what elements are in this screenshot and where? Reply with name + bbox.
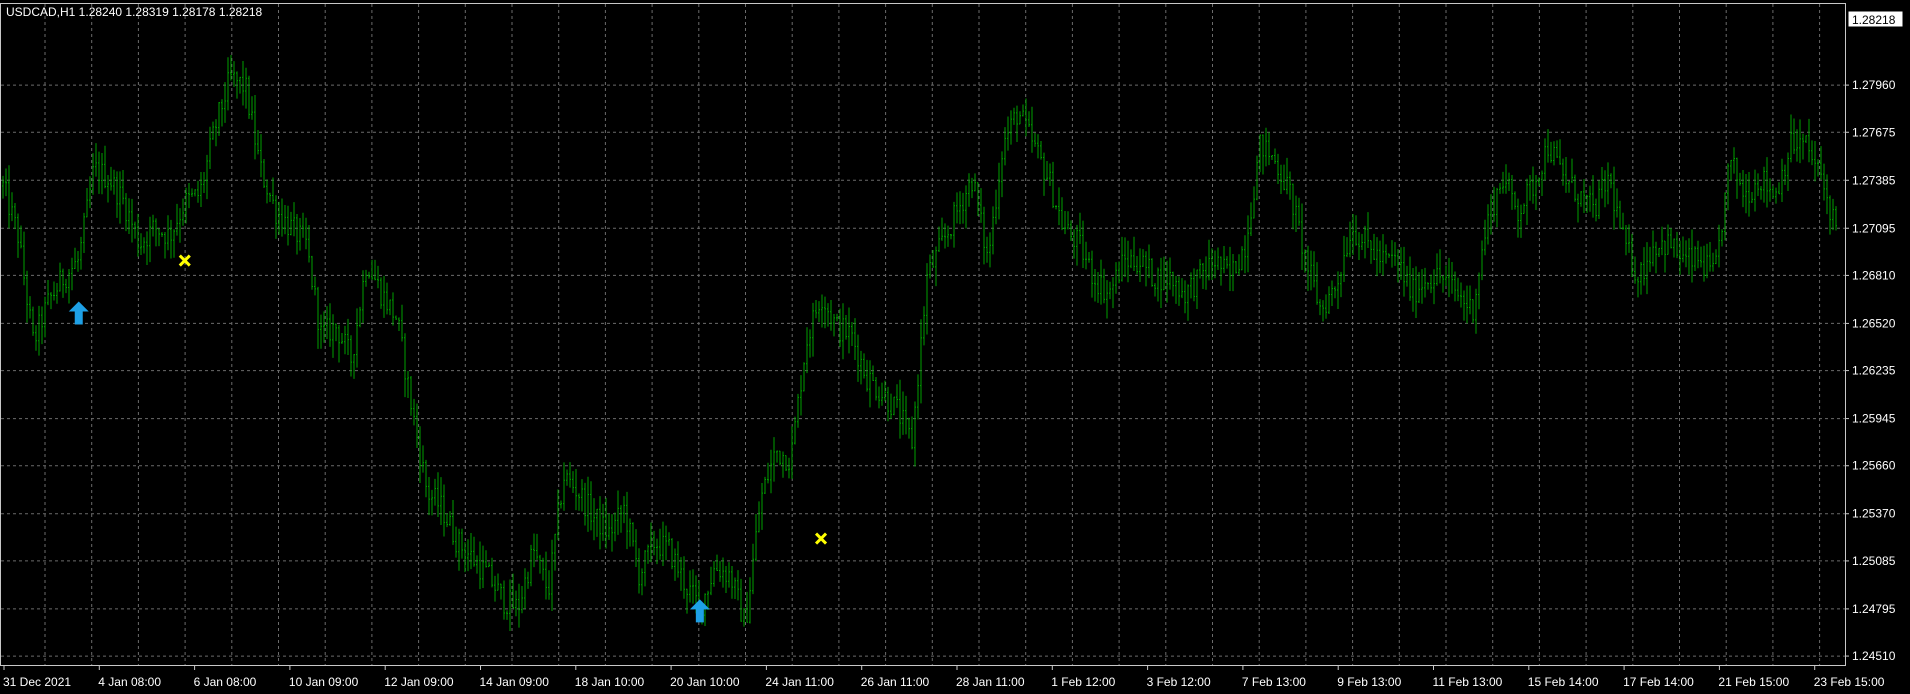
x-tick-label: 11 Feb 13:00 bbox=[1433, 675, 1503, 689]
y-tick-label: 1.27960 bbox=[1852, 78, 1896, 92]
symbol-label: USDCAD,H1 1.28240 1.28319 1.28178 1.2821… bbox=[6, 5, 263, 19]
x-tick-label: 31 Dec 2021 bbox=[3, 675, 71, 689]
x-tick-label: 12 Jan 09:00 bbox=[384, 675, 454, 689]
y-tick-label: 1.26810 bbox=[1852, 268, 1896, 282]
x-tick-label: 1 Feb 12:00 bbox=[1051, 675, 1115, 689]
x-tick-label: 10 Jan 09:00 bbox=[289, 675, 359, 689]
x-tick-label: 7 Feb 13:00 bbox=[1242, 675, 1306, 689]
current-price-label: 1.28218 bbox=[1852, 13, 1896, 27]
x-tick-label: 23 Feb 15:00 bbox=[1814, 675, 1885, 689]
y-tick-label: 1.25370 bbox=[1852, 507, 1896, 521]
y-tick-label: 1.24795 bbox=[1852, 602, 1896, 616]
y-tick-label: 1.26520 bbox=[1852, 316, 1896, 330]
price-chart[interactable]: 1.27960 1.27675 1.27385 1.27095 1.26810 1.265… bbox=[0, 0, 1910, 694]
x-tick-label: 21 Feb 15:00 bbox=[1718, 675, 1789, 689]
x-tick-label: 14 Jan 09:00 bbox=[480, 675, 550, 689]
x-tick-label: 15 Feb 14:00 bbox=[1528, 675, 1599, 689]
chart-background bbox=[0, 0, 1910, 694]
y-tick-label: 1.25085 bbox=[1852, 554, 1896, 568]
y-tick-label: 1.27675 bbox=[1852, 125, 1896, 139]
x-tick-label: 17 Feb 14:00 bbox=[1623, 675, 1694, 689]
chart-area[interactable]: 1.27960 1.27675 1.27385 1.27095 1.26810 1.265… bbox=[0, 0, 1910, 694]
y-tick-label: 1.26235 bbox=[1852, 364, 1896, 378]
x-tick-label: 26 Jan 11:00 bbox=[861, 675, 930, 689]
x-tick-label: 9 Feb 13:00 bbox=[1337, 675, 1401, 689]
x-tick-label: 20 Jan 10:00 bbox=[670, 675, 740, 689]
x-tick-label: 28 Jan 11:00 bbox=[956, 675, 1025, 689]
y-tick-label: 1.27095 bbox=[1852, 221, 1896, 235]
x-tick-label: 6 Jan 08:00 bbox=[194, 675, 257, 689]
y-tick-label: 1.27385 bbox=[1852, 173, 1896, 187]
x-tick-label: 18 Jan 10:00 bbox=[575, 675, 645, 689]
y-tick-label: 1.25945 bbox=[1852, 412, 1896, 426]
x-tick-label: 4 Jan 08:00 bbox=[98, 675, 161, 689]
y-tick-label: 1.25660 bbox=[1852, 459, 1896, 473]
x-tick-label: 24 Jan 11:00 bbox=[765, 675, 834, 689]
x-tick-label: 3 Feb 12:00 bbox=[1147, 675, 1211, 689]
current-price-box: 1.28218 bbox=[1847, 10, 1904, 28]
y-tick-label: 1.24510 bbox=[1852, 649, 1896, 663]
